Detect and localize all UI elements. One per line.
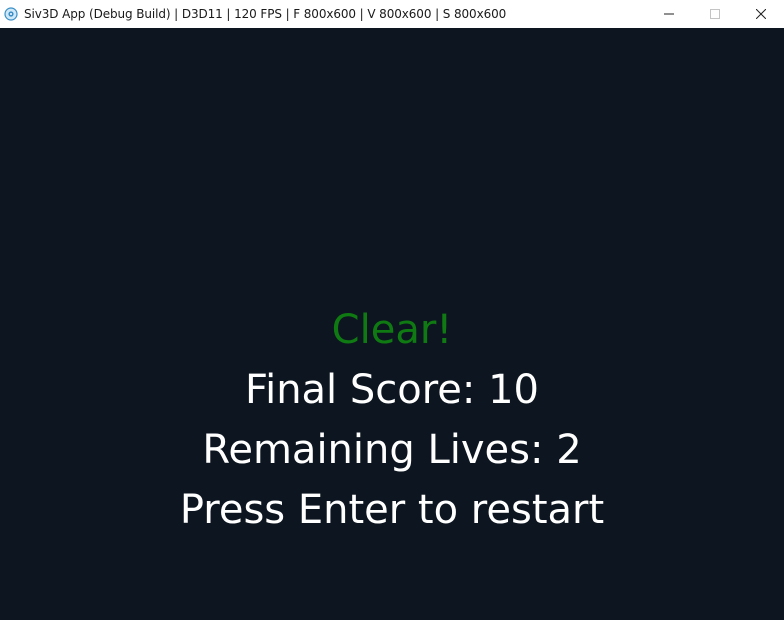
maximize-icon: [710, 9, 720, 19]
maximize-button[interactable]: [692, 0, 738, 28]
minimize-button[interactable]: [646, 0, 692, 28]
final-score-text: Final Score: 10: [244, 367, 540, 413]
minimize-icon: [664, 13, 674, 15]
siv3d-app-icon: [3, 6, 19, 22]
game-canvas[interactable]: Clear! Final Score: 10 Remaining Lives: …: [0, 28, 784, 620]
close-button[interactable]: [738, 0, 784, 28]
app-window: Siv3D App (Debug Build) | D3D11 | 120 FP…: [0, 0, 784, 620]
close-icon: [756, 9, 766, 19]
window-title: Siv3D App (Debug Build) | D3D11 | 120 FP…: [24, 7, 507, 21]
clear-message: Clear!: [331, 307, 453, 353]
remaining-lives-text: Remaining Lives: 2: [202, 427, 582, 473]
title-bar[interactable]: Siv3D App (Debug Build) | D3D11 | 120 FP…: [0, 0, 784, 28]
window-controls: [646, 0, 784, 28]
restart-prompt: Press Enter to restart: [179, 487, 605, 533]
